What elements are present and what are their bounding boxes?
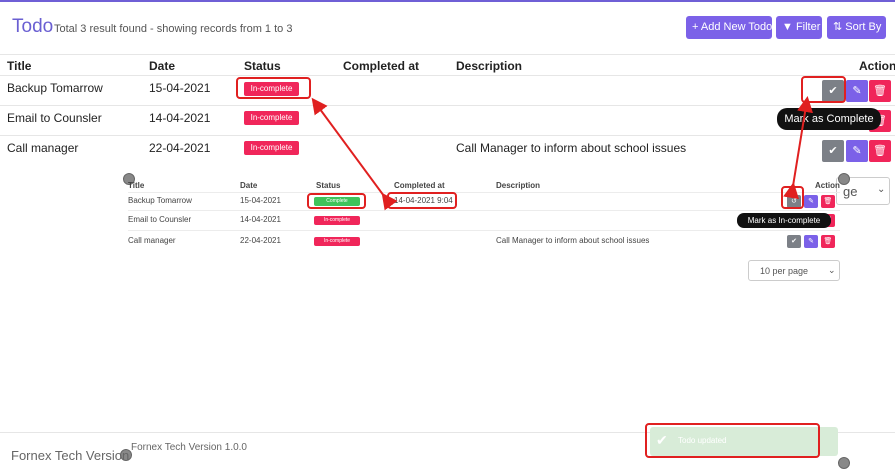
arrow-button-change [783,96,813,200]
arrow-status-change [311,97,398,211]
annotation-arrows [311,96,813,211]
